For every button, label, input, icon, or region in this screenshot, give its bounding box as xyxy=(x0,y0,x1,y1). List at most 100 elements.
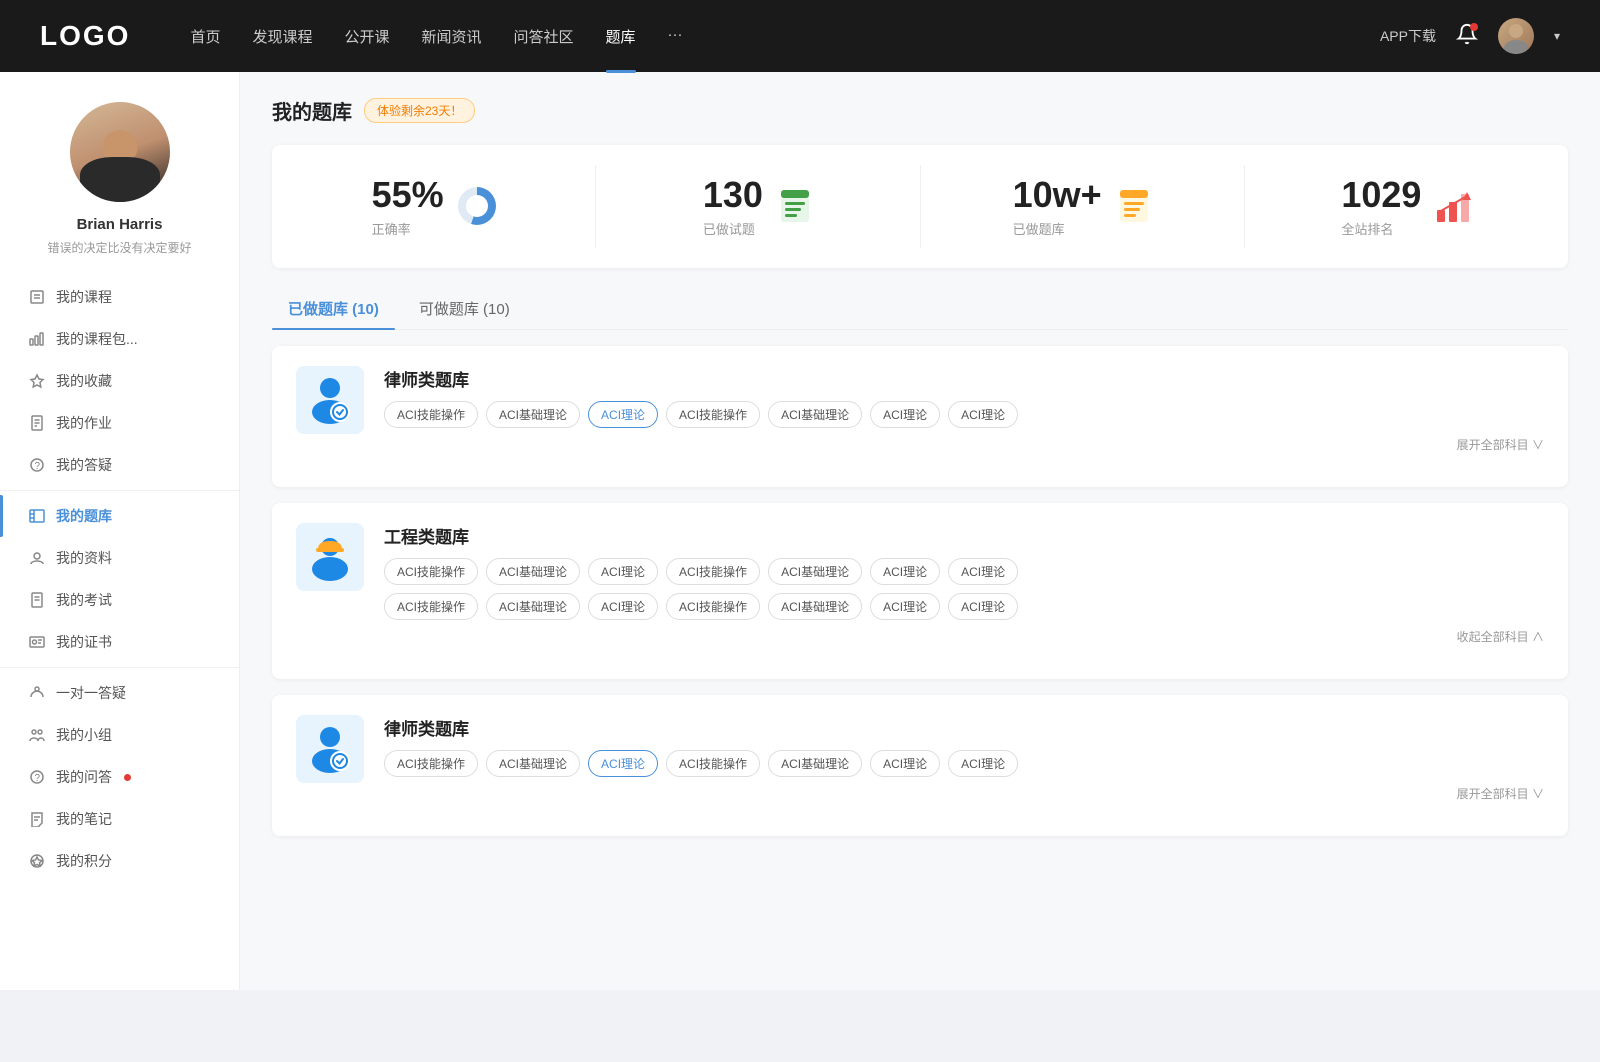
tag-lawyer2-7[interactable]: ACI理论 xyxy=(948,750,1018,777)
sidebar-item-homework[interactable]: 我的作业 xyxy=(0,402,239,444)
stat-done-questions-text: 130 已做试题 xyxy=(703,175,763,238)
tag-eng-3[interactable]: ACI理论 xyxy=(588,558,658,585)
avatar[interactable] xyxy=(1498,18,1534,54)
tag-eng-9[interactable]: ACI基础理论 xyxy=(486,593,580,620)
tag-eng-12[interactable]: ACI基础理论 xyxy=(768,593,862,620)
tag-lawyer1-5[interactable]: ACI基础理论 xyxy=(768,401,862,428)
tag-eng-1[interactable]: ACI技能操作 xyxy=(384,558,478,585)
avatar-chevron[interactable]: ▾ xyxy=(1554,29,1560,43)
sidebar-label-profile: 我的资料 xyxy=(56,548,112,568)
sidebar-avatar xyxy=(70,102,170,202)
tab-available-banks[interactable]: 可做题库 (10) xyxy=(403,288,526,329)
lawyer-icon-wrap-1 xyxy=(296,366,364,434)
logo: LOGO xyxy=(40,20,130,52)
stat-done-banks-value: 10w+ xyxy=(1013,175,1102,215)
page-header: 我的题库 体验剩余23天！ xyxy=(272,96,1568,125)
nav-discover[interactable]: 发现课程 xyxy=(252,22,312,51)
tab-done-banks[interactable]: 已做题库 (10) xyxy=(272,288,395,329)
sidebar-item-ask[interactable]: ? 我的答疑 xyxy=(0,444,239,486)
tag-eng-11[interactable]: ACI技能操作 xyxy=(666,593,760,620)
tag-eng-13[interactable]: ACI理论 xyxy=(870,593,940,620)
sidebar-item-notes[interactable]: 我的笔记 xyxy=(0,798,239,840)
collection-icon xyxy=(28,372,46,390)
tag-lawyer1-1[interactable]: ACI技能操作 xyxy=(384,401,478,428)
sidebar-item-course-pack[interactable]: 我的课程包... xyxy=(0,318,239,360)
tags-row-lawyer-1: ACI技能操作 ACI基础理论 ACI理论 ACI技能操作 ACI基础理论 AC… xyxy=(384,401,1544,428)
tags-row-engineer-1: ACI技能操作 ACI基础理论 ACI理论 ACI技能操作 ACI基础理论 AC… xyxy=(384,558,1544,585)
tag-eng-7[interactable]: ACI理论 xyxy=(948,558,1018,585)
stat-site-rank-label: 全站排名 xyxy=(1341,219,1421,238)
nav-more[interactable]: ··· xyxy=(668,22,683,51)
tag-eng-14[interactable]: ACI理论 xyxy=(948,593,1018,620)
sidebar-item-exam[interactable]: 我的考试 xyxy=(0,579,239,621)
expand-link-lawyer2[interactable]: 展开全部科目 ∨ xyxy=(384,777,1544,802)
course-pack-icon xyxy=(28,330,46,348)
tag-lawyer1-4[interactable]: ACI技能操作 xyxy=(666,401,760,428)
tag-lawyer1-7[interactable]: ACI理论 xyxy=(948,401,1018,428)
stat-site-rank-text: 1029 全站排名 xyxy=(1341,175,1421,238)
user-motto: 错误的决定比没有决定要好 xyxy=(27,239,211,256)
tag-lawyer2-6[interactable]: ACI理论 xyxy=(870,750,940,777)
trial-badge: 体验剩余23天！ xyxy=(364,98,475,123)
myqa-icon: ? xyxy=(28,768,46,786)
sidebar: Brian Harris 错误的决定比没有决定要好 我的课程 xyxy=(0,72,240,990)
expand-link-lawyer1[interactable]: 展开全部科目 ∨ xyxy=(384,428,1544,453)
user-photo xyxy=(70,102,170,202)
stat-accuracy: 55% 正确率 xyxy=(272,165,596,248)
points-icon xyxy=(28,852,46,870)
tag-lawyer1-6[interactable]: ACI理论 xyxy=(870,401,940,428)
nav-open-course[interactable]: 公开课 xyxy=(344,22,389,51)
sidebar-label-ask: 我的答疑 xyxy=(56,455,112,475)
stat-site-rank-value: 1029 xyxy=(1341,175,1421,215)
done-banks-icon xyxy=(1116,188,1152,224)
cert-icon xyxy=(28,633,46,651)
sidebar-item-qbank[interactable]: 我的题库 xyxy=(0,495,239,537)
avatar-image xyxy=(1498,18,1534,54)
tag-eng-4[interactable]: ACI技能操作 xyxy=(666,558,760,585)
tags-row-engineer-2: ACI技能操作 ACI基础理论 ACI理论 ACI技能操作 ACI基础理论 AC… xyxy=(384,593,1544,620)
app-download-button[interactable]: APP下载 xyxy=(1380,26,1436,46)
sidebar-item-points[interactable]: 我的积分 xyxy=(0,840,239,882)
qbank-card-engineer-header: 工程类题库 ACI技能操作 ACI基础理论 ACI理论 ACI技能操作 ACI基… xyxy=(296,523,1544,645)
tag-lawyer2-3[interactable]: ACI理论 xyxy=(588,750,658,777)
sidebar-label-1on1: 一对一答疑 xyxy=(56,683,126,703)
tag-lawyer2-5[interactable]: ACI基础理论 xyxy=(768,750,862,777)
tag-eng-8[interactable]: ACI技能操作 xyxy=(384,593,478,620)
qbank-name-engineer: 工程类题库 xyxy=(384,523,1544,548)
sidebar-item-cert[interactable]: 我的证书 xyxy=(0,621,239,663)
main-wrapper: Brian Harris 错误的决定比没有决定要好 我的课程 xyxy=(0,72,1600,990)
sidebar-label-points: 我的积分 xyxy=(56,851,112,871)
notification-bell[interactable] xyxy=(1456,23,1478,50)
tag-lawyer2-2[interactable]: ACI基础理论 xyxy=(486,750,580,777)
tag-eng-2[interactable]: ACI基础理论 xyxy=(486,558,580,585)
tag-lawyer1-2[interactable]: ACI基础理论 xyxy=(486,401,580,428)
tag-lawyer1-3[interactable]: ACI理论 xyxy=(588,401,658,428)
main-content: 我的题库 体验剩余23天！ 55% 正确率 130 已做试题 xyxy=(240,72,1600,990)
tag-eng-5[interactable]: ACI基础理论 xyxy=(768,558,862,585)
1on1-icon xyxy=(28,684,46,702)
sidebar-label-cert: 我的证书 xyxy=(56,632,112,652)
nav-qa[interactable]: 问答社区 xyxy=(514,22,574,51)
tag-lawyer2-4[interactable]: ACI技能操作 xyxy=(666,750,760,777)
sidebar-item-my-course[interactable]: 我的课程 xyxy=(0,276,239,318)
qbank-card-engineer: 工程类题库 ACI技能操作 ACI基础理论 ACI理论 ACI技能操作 ACI基… xyxy=(272,503,1568,679)
sidebar-item-1on1[interactable]: 一对一答疑 xyxy=(0,672,239,714)
tag-eng-10[interactable]: ACI理论 xyxy=(588,593,658,620)
nav-question-bank[interactable]: 题库 xyxy=(606,22,636,51)
sidebar-divider-1 xyxy=(0,490,239,491)
nav-news[interactable]: 新闻资讯 xyxy=(422,22,482,51)
stat-accuracy-label: 正确率 xyxy=(372,219,444,238)
sidebar-item-group[interactable]: 我的小组 xyxy=(0,714,239,756)
tag-eng-6[interactable]: ACI理论 xyxy=(870,558,940,585)
navbar: LOGO 首页 发现课程 公开课 新闻资讯 问答社区 题库 ··· APP下载 … xyxy=(0,0,1600,72)
collapse-link-engineer[interactable]: 收起全部科目 ∧ xyxy=(384,620,1544,645)
sidebar-item-collection[interactable]: 我的收藏 xyxy=(0,360,239,402)
notification-dot xyxy=(1470,23,1478,31)
page-title: 我的题库 xyxy=(272,96,352,125)
tag-lawyer2-1[interactable]: ACI技能操作 xyxy=(384,750,478,777)
qbank-card-lawyer-2-header: 律师类题库 ACI技能操作 ACI基础理论 ACI理论 ACI技能操作 ACI基… xyxy=(296,715,1544,802)
sidebar-item-myqa[interactable]: ? 我的问答 xyxy=(0,756,239,798)
profile-icon xyxy=(28,549,46,567)
nav-home[interactable]: 首页 xyxy=(190,22,220,51)
sidebar-item-profile[interactable]: 我的资料 xyxy=(0,537,239,579)
